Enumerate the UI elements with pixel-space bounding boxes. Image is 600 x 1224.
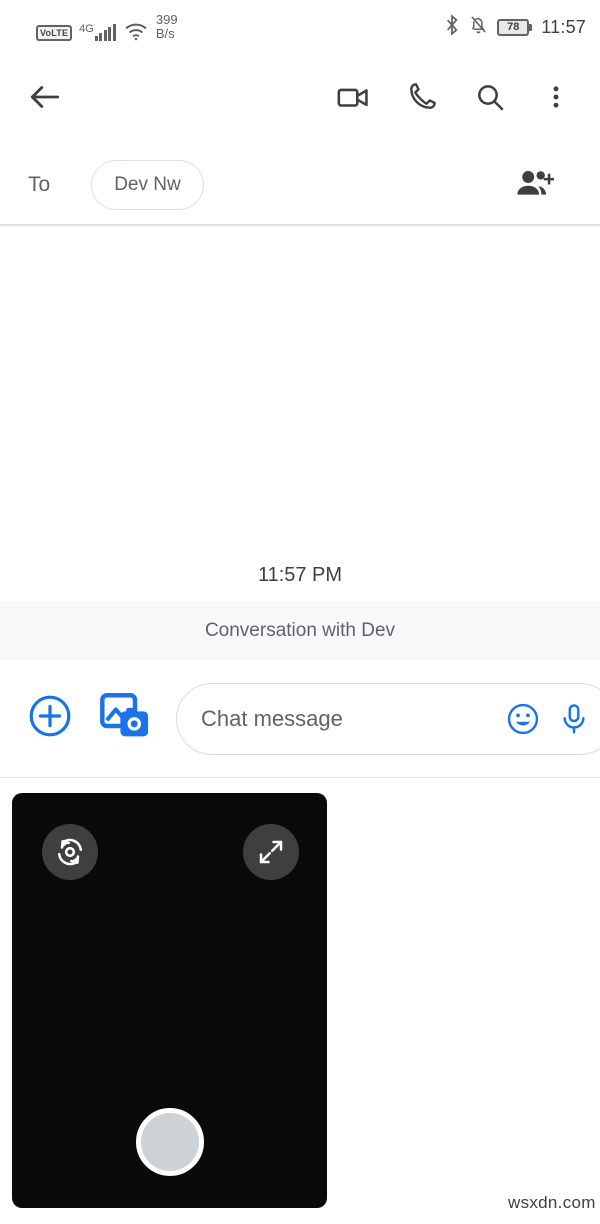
recipient-row: To Dev Nw [0,146,600,224]
phone-call-icon[interactable] [406,81,438,113]
app-toolbar [0,60,600,134]
attachment-tray: Gallery TOP CONTA M Maa Jio D Dilpreet ↕… [0,780,600,1224]
notifications-muted-icon [469,14,488,40]
phone-screen: VoLTE 4G 399 B/s 78 11:57 To Dev Nw 11:5… [0,0,600,1224]
camera-preview-card[interactable] [12,793,327,1208]
add-circle-icon[interactable] [26,692,74,745]
recipient-chip[interactable]: Dev Nw [91,160,204,210]
video-call-icon[interactable] [336,80,370,114]
emoji-smile-icon[interactable] [505,701,541,737]
network-speed: 399 B/s [155,12,178,41]
expand-fullscreen-icon[interactable] [243,824,299,880]
camera-flip-icon[interactable] [42,824,98,880]
to-label: To [28,173,51,196]
volte-badge: VoLTE [36,25,73,41]
message-timestamp: 11:57 PM [257,564,343,586]
photo-camera-icon[interactable] [100,692,150,745]
watermark: wsxdn.com [505,1192,599,1214]
chat-input-pill[interactable] [176,682,600,755]
camera-shutter-button[interactable] [135,1108,204,1176]
signal-bars-icon: 4G [79,24,116,41]
wifi-icon [123,21,149,41]
microphone-icon[interactable] [557,701,591,737]
search-icon[interactable] [474,81,506,113]
arrow-back-icon[interactable] [26,78,64,116]
more-vert-icon[interactable] [542,82,570,112]
conversation-banner: Conversation with Dev [0,601,600,660]
toolbar-actions [336,80,570,114]
status-bar: VoLTE 4G 399 B/s 78 11:57 [0,0,600,54]
message-thread-area: 11:57 PM [0,228,600,601]
bluetooth-icon [444,13,460,41]
status-bar-left: VoLTE 4G 399 B/s [14,13,178,41]
message-composer [0,660,600,778]
chat-message-input[interactable] [201,705,489,732]
status-bar-right: 78 11:57 [444,13,586,41]
add-people-icon[interactable] [516,168,555,203]
status-bar-clock: 11:57 [541,16,586,37]
battery-icon: 78 [497,18,533,36]
